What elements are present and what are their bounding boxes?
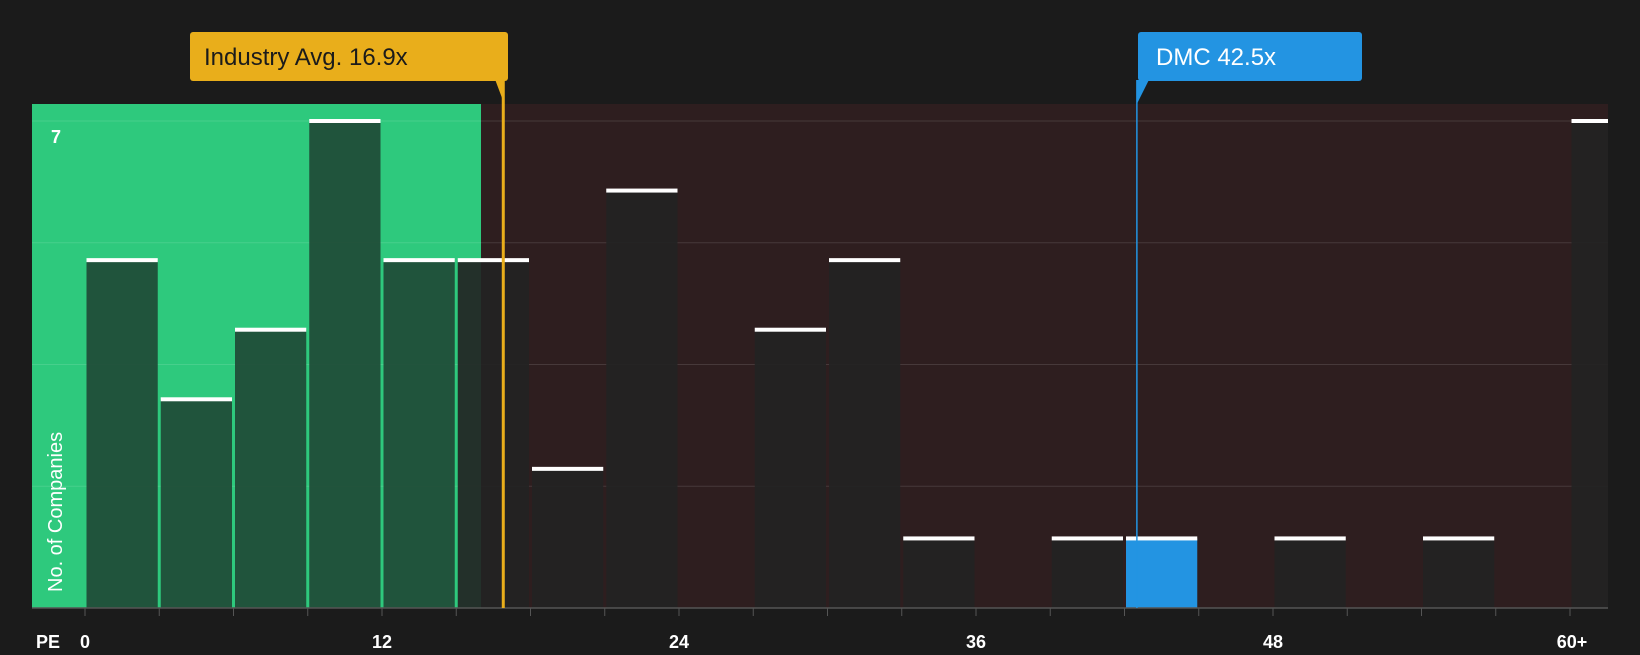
x-tick-label: 48	[1263, 632, 1283, 650]
histogram-bar	[754, 329, 826, 608]
x-tick-label: 12	[372, 632, 392, 650]
bar-value-line	[86, 258, 158, 263]
bar-value-line	[383, 258, 455, 263]
bar-value-line	[606, 188, 678, 193]
pe-distribution-chart: 7 No. of Companies PE 0 12 24 36 48 60+ Industry …	[0, 0, 1640, 652]
bar-value-line	[235, 327, 307, 332]
y-tick-label: 7	[51, 127, 61, 147]
bar-value-line	[160, 397, 232, 402]
histogram-bar	[1274, 538, 1346, 608]
histogram-bar	[532, 468, 604, 608]
histogram-bar	[1051, 538, 1123, 608]
bar-value-line	[532, 466, 604, 471]
histogram-bar	[235, 329, 307, 608]
histogram-bar	[160, 399, 232, 608]
pe-histogram: 7 No. of Companies PE 0 12 24 36 48 60+ Industry …	[32, 32, 1608, 652]
bar-value-line	[457, 258, 529, 263]
histogram-bar	[383, 260, 455, 608]
histogram-bar	[903, 538, 975, 608]
histogram-bar	[457, 260, 529, 608]
company-pe-label: DMC 42.5x	[1156, 44, 1276, 71]
x-axis-title: PE	[36, 632, 60, 650]
bar-value-line	[1051, 536, 1123, 541]
histogram-bar	[1423, 538, 1495, 608]
bar-value-line	[1274, 536, 1346, 541]
bar-value-line	[1571, 119, 1608, 123]
y-axis-title: No. of Companies	[45, 432, 67, 592]
bar-value-line	[309, 119, 381, 123]
x-tick-label: 24	[669, 632, 689, 650]
bar-value-line	[1423, 536, 1495, 541]
histogram-bar	[309, 121, 381, 608]
industry-avg-label: Industry Avg. 16.9x	[204, 44, 408, 71]
bar-value-line	[829, 258, 901, 263]
x-tick-label: 0	[80, 632, 90, 650]
x-tick-label: 36	[966, 632, 986, 650]
bar-value-line	[754, 327, 826, 332]
x-tick-label: 60+	[1557, 632, 1588, 650]
histogram-bar	[1571, 121, 1608, 608]
histogram-bar	[606, 190, 678, 609]
histogram-bar	[86, 260, 158, 608]
histogram-bar	[829, 260, 901, 608]
company-pe-pointer	[1136, 80, 1149, 104]
bar-value-line	[903, 536, 975, 541]
